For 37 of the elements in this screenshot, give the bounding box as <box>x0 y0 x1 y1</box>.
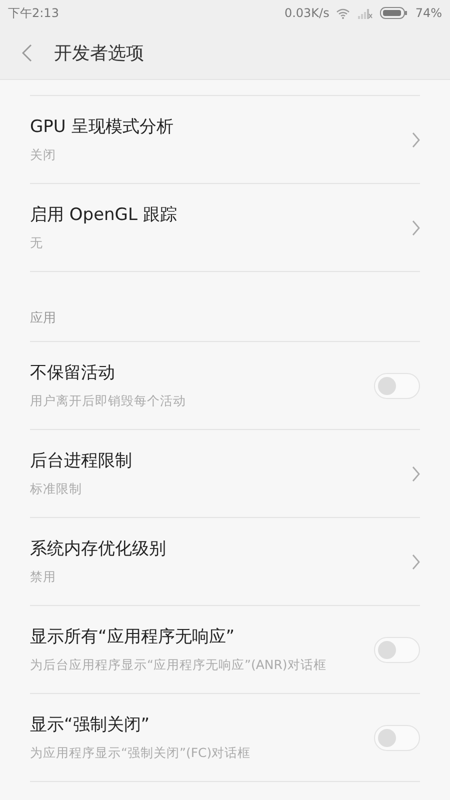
battery-percent: 74% <box>415 6 442 20</box>
toggle-switch[interactable] <box>374 372 420 398</box>
setting-title: GPU 呈现模式分析 <box>30 116 174 139</box>
settings-row[interactable]: 系统内存优化级别 禁用 <box>30 518 420 606</box>
setting-summary: 标准限制 <box>30 480 83 498</box>
status-time: 下午2:13 <box>8 4 59 22</box>
toggle-switch[interactable] <box>374 636 420 662</box>
setting-title: 后台进程限制 <box>30 450 132 473</box>
setting-title: 启用 OpenGL 跟踪 <box>30 204 177 227</box>
chevron-icon <box>412 220 420 236</box>
battery-icon <box>380 7 408 19</box>
wifi-icon <box>336 8 350 18</box>
settings-row[interactable]: 显示“强制关闭” 为应用程序显示“强制关闭”(FC)对话框 <box>30 694 420 782</box>
settings-row[interactable]: 后台进程限制 标准限制 <box>30 430 420 518</box>
network-speed: 0.03K/s <box>284 6 330 20</box>
settings-row[interactable]: 不保留活动 用户离开后即销毁每个活动 <box>30 342 420 430</box>
setting-summary: 为后台应用程序显示“应用程序无响应”(ANR)对话框 <box>30 656 326 674</box>
settings-row[interactable]: 显示所有“应用程序无响应” 为后台应用程序显示“应用程序无响应”(ANR)对话框 <box>30 606 420 694</box>
page-title: 开发者选项 <box>54 42 144 64</box>
chevron-icon <box>412 132 420 148</box>
setting-summary: 无 <box>30 234 44 252</box>
signal-icon <box>357 8 374 18</box>
setting-summary: 禁用 <box>30 568 57 586</box>
setting-title: 不保留活动 <box>30 362 116 385</box>
setting-summary: 为应用程序显示“强制关闭”(FC)对话框 <box>30 744 251 762</box>
setting-title: 显示“强制关闭” <box>30 714 151 737</box>
toggle-switch[interactable] <box>374 724 420 750</box>
chevron-icon <box>412 554 420 570</box>
back-button[interactable] <box>20 42 34 64</box>
setting-title: 系统内存优化级别 <box>30 538 166 561</box>
settings-row[interactable]: GPU 呈现模式分析 关闭 <box>30 96 420 184</box>
setting-summary: 关闭 <box>30 146 57 164</box>
chevron-icon <box>412 466 420 482</box>
setting-summary: 用户离开后即销毁每个活动 <box>30 392 186 410</box>
setting-title: 显示所有“应用程序无响应” <box>30 626 236 649</box>
settings-row[interactable]: 启用 OpenGL 跟踪 无 <box>30 184 420 272</box>
section-header: 应用 <box>30 311 56 326</box>
